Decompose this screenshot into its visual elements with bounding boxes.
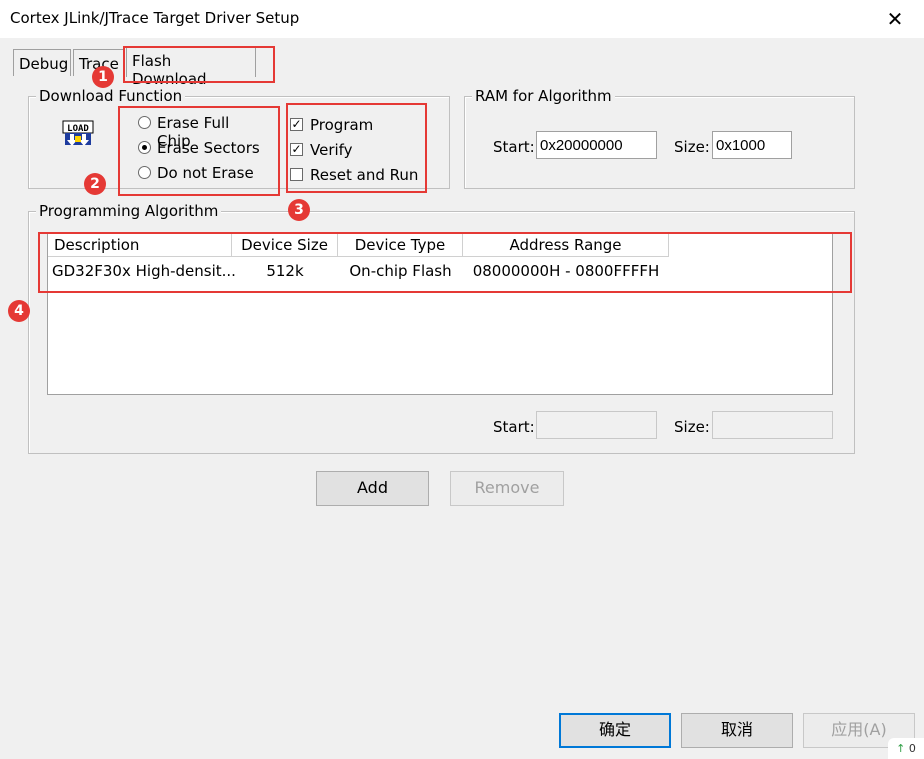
- annotation-badge-3: 3: [288, 199, 310, 221]
- ram-start-input[interactable]: [536, 131, 657, 159]
- download-function-label: Download Function: [36, 87, 186, 105]
- add-button[interactable]: Add: [316, 471, 429, 506]
- algo-size-input[interactable]: [712, 411, 833, 439]
- window-title: Cortex JLink/JTrace Target Driver Setup: [10, 9, 300, 27]
- ram-size-input[interactable]: [712, 131, 792, 159]
- annotation-box-1: [123, 46, 275, 83]
- remove-button[interactable]: Remove: [450, 471, 564, 506]
- algo-size-label: Size:: [674, 418, 710, 436]
- tab-debug[interactable]: Debug: [13, 49, 71, 76]
- annotation-box-4: [38, 232, 852, 293]
- algo-start-label: Start:: [493, 418, 535, 436]
- annotation-badge-1: 1: [92, 66, 114, 88]
- close-icon[interactable]: ✕: [880, 4, 910, 34]
- annotation-badge-2: 2: [84, 173, 106, 195]
- cancel-button[interactable]: 取消: [681, 713, 793, 748]
- ok-button[interactable]: 确定: [559, 713, 671, 748]
- status-corner: ↑ 0: [888, 738, 924, 759]
- annotation-box-2: [118, 106, 280, 196]
- ram-size-label: Size:: [674, 138, 710, 156]
- load-icon-text: LOAD: [67, 124, 89, 134]
- load-icon: LOAD: [62, 120, 94, 146]
- annotation-box-3: [286, 103, 427, 193]
- up-arrow-icon: ↑: [896, 742, 906, 755]
- algo-start-input[interactable]: [536, 411, 657, 439]
- ram-for-algorithm-label: RAM for Algorithm: [472, 87, 615, 105]
- ram-start-label: Start:: [493, 138, 535, 156]
- programming-algorithm-label: Programming Algorithm: [36, 202, 222, 220]
- annotation-badge-4: 4: [8, 300, 30, 322]
- title-bar: Cortex JLink/JTrace Target Driver Setup …: [0, 0, 924, 38]
- status-count: 0: [908, 742, 916, 755]
